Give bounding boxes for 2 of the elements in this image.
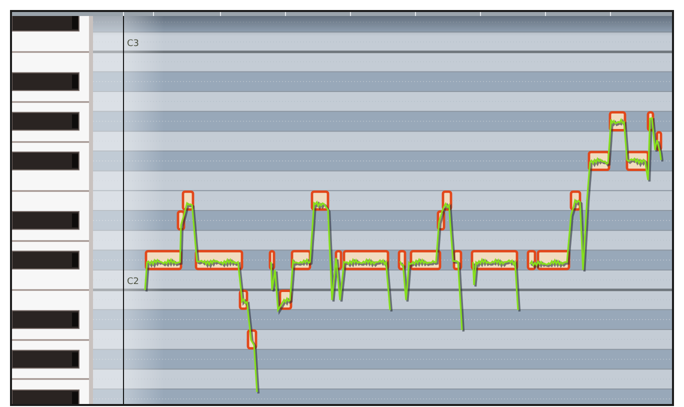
octave-label: C2	[127, 277, 140, 288]
octave-label: C3	[127, 39, 140, 50]
